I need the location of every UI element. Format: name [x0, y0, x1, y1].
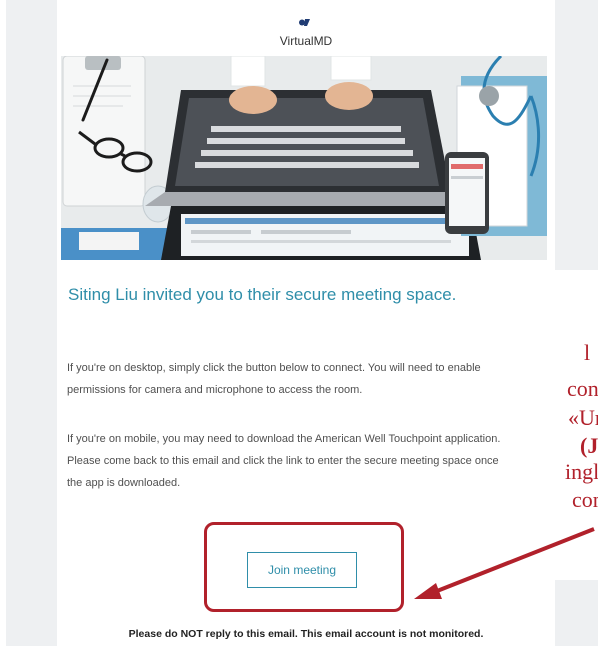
annotation-line-6: con — [572, 487, 598, 512]
left-background — [6, 0, 57, 646]
brand-logo — [298, 18, 314, 27]
laptop-icon — [145, 90, 481, 260]
annotation-line-5: inglé — [565, 459, 598, 484]
brand-name: VirtualMD — [279, 34, 333, 48]
annotation-line-1: l — [584, 340, 591, 365]
no-reply-notice: Please do NOT reply to this email. This … — [128, 628, 484, 640]
annotation-line-4: (J — [580, 433, 598, 458]
annotation-line-3: «Ur — [568, 405, 598, 430]
doctor-laptop-illustration — [61, 56, 547, 260]
phone-icon — [445, 152, 489, 234]
email-header: VirtualMD — [57, 12, 555, 48]
hero-image — [61, 56, 547, 260]
logo-icon — [298, 19, 310, 26]
mobile-instructions: If you're on mobile, you may need to dow… — [67, 433, 501, 489]
annotation-line-2: con — [567, 376, 598, 401]
desktop-instructions: If you're on desktop, simply click the b… — [67, 362, 481, 396]
join-meeting-button[interactable]: Join meeting — [247, 552, 357, 588]
clipboard-icon — [62, 56, 146, 207]
invite-headline: Siting Liu invited you to their secure m… — [68, 285, 457, 304]
annotation-arrow-icon — [414, 527, 595, 599]
